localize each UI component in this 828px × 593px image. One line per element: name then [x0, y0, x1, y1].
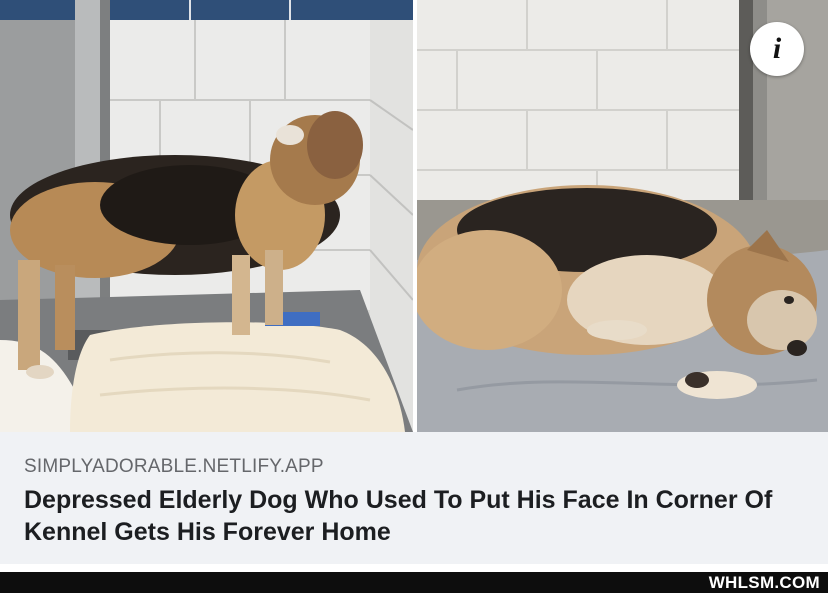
- watermark: WHLSM.COM: [708, 573, 820, 592]
- link-domain: SIMPLYADORABLE.NETLIFY.APP: [24, 456, 324, 477]
- dog-facing-corner-photo: [0, 0, 413, 432]
- info-icon: i: [772, 32, 782, 65]
- link-preview-images[interactable]: i: [0, 0, 828, 432]
- info-button[interactable]: i: [750, 22, 804, 76]
- footer-bar: WHLSM.COM: [0, 572, 828, 593]
- link-preview-card[interactable]: SIMPLYADORABLE.NETLIFY.APP Depressed Eld…: [0, 432, 828, 564]
- link-title[interactable]: Depressed Elderly Dog Who Used To Put Hi…: [24, 484, 804, 548]
